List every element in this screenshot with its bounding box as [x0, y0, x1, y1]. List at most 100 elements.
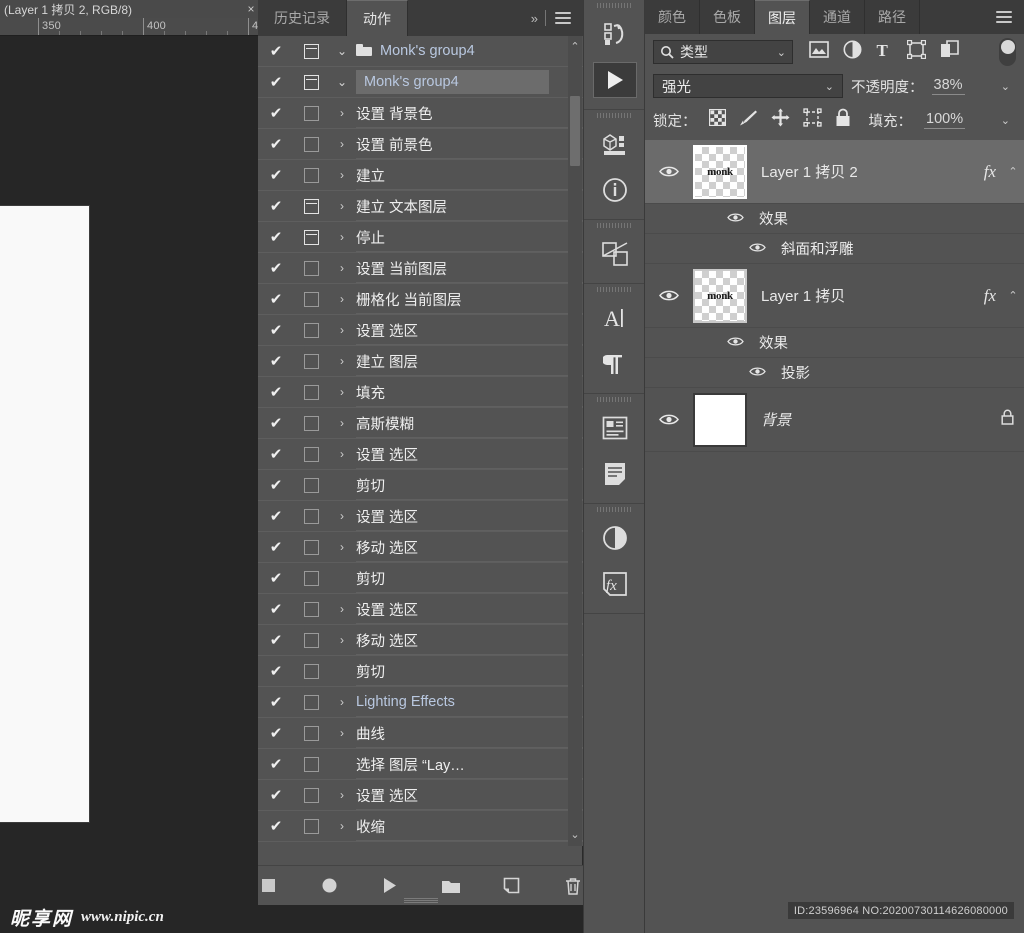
canvas-viewport[interactable]	[0, 37, 260, 933]
tab-actions[interactable]: 动作	[347, 0, 408, 36]
action-dialog-toggle[interactable]	[294, 509, 328, 524]
effects-collapse-icon[interactable]: ⌃	[1002, 289, 1024, 302]
scrollbar-thumb[interactable]	[570, 96, 580, 166]
action-checkbox[interactable]: ✔	[258, 383, 294, 401]
scroll-up-icon[interactable]: ⌃	[568, 38, 582, 56]
action-dialog-toggle[interactable]	[294, 447, 328, 462]
action-row[interactable]: ✔›建立	[258, 160, 583, 191]
dock-grip[interactable]	[584, 220, 644, 231]
filter-kind-select[interactable]: 类型 ⌄	[653, 40, 793, 64]
disclosure-triangle-icon[interactable]: ›	[328, 416, 356, 430]
effects-collapse-icon[interactable]: ⌃	[1002, 165, 1024, 178]
action-row[interactable]: ✔›栅格化 当前图层	[258, 284, 583, 315]
action-checkbox[interactable]: ✔	[258, 755, 294, 773]
action-row[interactable]: ✔剪切	[258, 470, 583, 501]
3d-icon[interactable]	[584, 121, 646, 167]
action-row[interactable]: ✔›移动 选区	[258, 532, 583, 563]
action-row[interactable]: ✔›建立 图层	[258, 346, 583, 377]
notes-icon[interactable]	[584, 451, 646, 497]
disclosure-triangle-icon[interactable]: ›	[328, 385, 356, 399]
action-dialog-toggle[interactable]	[294, 261, 328, 276]
disclosure-triangle-icon[interactable]: ›	[328, 261, 356, 275]
action-row[interactable]: ✔›填充	[258, 377, 583, 408]
action-dialog-toggle[interactable]	[294, 726, 328, 741]
action-checkbox[interactable]: ✔	[258, 104, 294, 122]
tab-history[interactable]: 历史记录	[258, 0, 347, 36]
character-icon[interactable]: A	[584, 295, 646, 341]
layer-thumbnail[interactable]: monk	[693, 145, 747, 199]
action-dialog-toggle[interactable]	[294, 757, 328, 772]
action-dialog-toggle[interactable]	[294, 168, 328, 183]
layer-effects-fx-icon[interactable]: fx	[984, 162, 1002, 182]
disclosure-triangle-icon[interactable]: ⌄	[328, 44, 356, 58]
action-checkbox[interactable]: ✔	[258, 73, 294, 91]
action-dialog-toggle[interactable]	[294, 788, 328, 803]
action-dialog-toggle[interactable]	[294, 478, 328, 493]
action-row[interactable]: ✔›设置 当前图层	[258, 253, 583, 284]
action-checkbox[interactable]: ✔	[258, 445, 294, 463]
panel-menu-icon[interactable]	[996, 9, 1012, 25]
delete-button[interactable]	[562, 875, 583, 897]
action-dialog-toggle[interactable]	[294, 602, 328, 617]
play-button[interactable]	[380, 875, 401, 897]
action-checkbox[interactable]: ✔	[258, 290, 294, 308]
action-dialog-toggle[interactable]	[294, 633, 328, 648]
tab-layers[interactable]: 图层	[755, 0, 810, 34]
layer-effect-row[interactable]: 斜面和浮雕	[645, 234, 1024, 264]
new-action-button[interactable]	[501, 875, 522, 897]
layer-name[interactable]: Layer 1 拷贝 2	[747, 161, 984, 182]
action-row[interactable]: ✔选择 图层 “Lay…	[258, 749, 583, 780]
lock-image-pixels-icon[interactable]	[739, 109, 758, 132]
action-row[interactable]: ✔›设置 选区	[258, 439, 583, 470]
action-dialog-toggle[interactable]	[294, 540, 328, 555]
action-checkbox[interactable]: ✔	[258, 600, 294, 618]
action-row[interactable]: ✔›收缩	[258, 811, 583, 842]
play-icon[interactable]	[584, 57, 646, 103]
lock-all-icon[interactable]	[835, 108, 851, 132]
action-dialog-toggle[interactable]	[294, 571, 328, 586]
tab-color[interactable]: 颜色	[645, 0, 700, 34]
tab-paths[interactable]: 路径	[865, 0, 920, 34]
dock-grip[interactable]	[584, 284, 644, 295]
smart-object-filter-icon[interactable]	[940, 40, 959, 64]
dock-grip[interactable]	[584, 110, 644, 121]
action-dialog-toggle[interactable]	[294, 416, 328, 431]
action-dialog-toggle[interactable]	[294, 137, 328, 152]
action-dialog-toggle[interactable]	[294, 230, 328, 245]
dock-grip[interactable]	[584, 504, 644, 515]
layers-list[interactable]: monkLayer 1 拷贝 2fx⌃效果斜面和浮雕monkLayer 1 拷贝…	[645, 140, 1024, 888]
disclosure-triangle-icon[interactable]: ›	[328, 447, 356, 461]
dock-grip[interactable]	[584, 394, 644, 405]
action-checkbox[interactable]: ✔	[258, 259, 294, 277]
action-dialog-toggle[interactable]	[294, 292, 328, 307]
disclosure-triangle-icon[interactable]: ›	[328, 819, 356, 833]
fill-chevron-down-icon[interactable]: ⌄	[1001, 114, 1010, 127]
disclosure-triangle-icon[interactable]: ›	[328, 695, 356, 709]
filter-enable-toggle[interactable]	[999, 38, 1016, 66]
disclosure-triangle-icon[interactable]: ›	[328, 602, 356, 616]
layer-effects-fx-icon[interactable]: fx	[984, 286, 1002, 306]
layer-thumbnail[interactable]: monk	[693, 269, 747, 323]
lock-transparent-pixels-icon[interactable]	[709, 109, 726, 131]
blend-mode-select[interactable]: 强光 ⌄	[653, 74, 843, 98]
eye-visibility-icon[interactable]	[645, 289, 693, 302]
tab-channels[interactable]: 通道	[810, 0, 865, 34]
shape-layers-filter-icon[interactable]	[907, 40, 926, 64]
disclosure-triangle-icon[interactable]: ›	[328, 354, 356, 368]
styles-icon[interactable]: fx	[584, 561, 646, 607]
panel-menu-icon[interactable]	[555, 10, 571, 26]
layer-comps-icon[interactable]	[584, 231, 646, 277]
action-checkbox[interactable]: ✔	[258, 42, 294, 60]
disclosure-triangle-icon[interactable]: ›	[328, 323, 356, 337]
action-dialog-toggle[interactable]	[294, 664, 328, 679]
action-checkbox[interactable]: ✔	[258, 538, 294, 556]
canvas-page[interactable]	[0, 205, 90, 823]
action-row[interactable]: ✔›设置 选区	[258, 780, 583, 811]
chevron-down-icon[interactable]: ⌄	[825, 80, 834, 93]
action-checkbox[interactable]: ✔	[258, 197, 294, 215]
eye-visibility-icon[interactable]	[645, 165, 693, 178]
action-checkbox[interactable]: ✔	[258, 166, 294, 184]
eye-visibility-icon[interactable]	[727, 211, 753, 227]
panel-resize-gripper[interactable]	[404, 897, 438, 903]
action-row[interactable]: ✔›设置 选区	[258, 501, 583, 532]
